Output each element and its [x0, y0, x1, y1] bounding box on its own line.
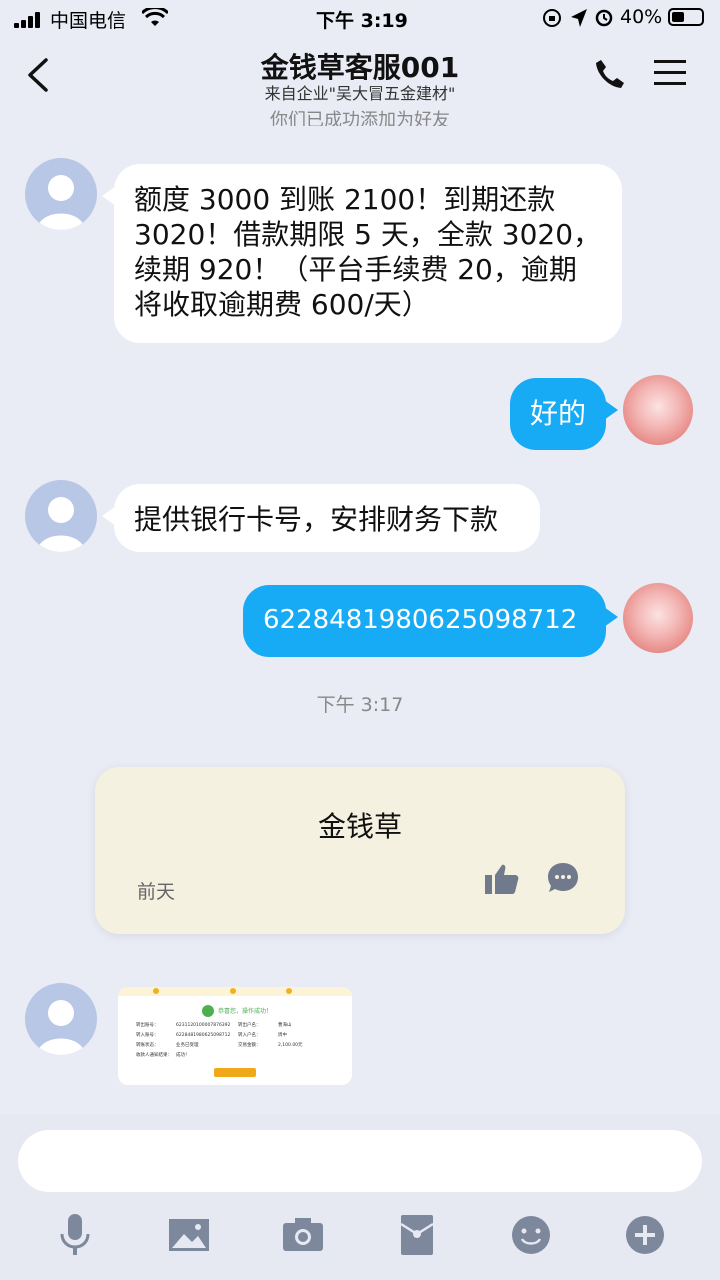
- avatar-self[interactable]: [623, 583, 693, 653]
- moment-card[interactable]: 金钱草 前天: [95, 767, 625, 934]
- carrier-label: 中国电信: [50, 10, 127, 32]
- success-check-icon: [202, 1005, 214, 1017]
- card-title: 金钱草: [317, 810, 402, 843]
- avatar-contact[interactable]: [25, 480, 97, 552]
- alarm-icon: [595, 9, 613, 27]
- like-icon[interactable]: [485, 863, 519, 895]
- message-bubble-outgoing[interactable]: 6228481980625098712: [243, 585, 618, 657]
- receipt-success-text: 恭喜您，操作成功！: [218, 1008, 273, 1015]
- card-date: 前天: [137, 881, 176, 903]
- status-time: 下午 3:19: [316, 10, 408, 32]
- avatar-contact[interactable]: [25, 983, 97, 1055]
- location-icon: [571, 9, 587, 27]
- signal-icon: [14, 12, 44, 28]
- system-message: 你们已成功添加为好友: [270, 110, 450, 126]
- plus-icon[interactable]: [620, 1210, 670, 1260]
- avatar-contact[interactable]: [25, 158, 97, 230]
- battery-percent: 40%: [620, 6, 663, 28]
- message-input[interactable]: [18, 1130, 702, 1192]
- battery-icon: [668, 8, 704, 26]
- menu-icon[interactable]: [654, 58, 686, 88]
- avatar-self[interactable]: [623, 375, 693, 445]
- message-timestamp: 下午 3:17: [316, 694, 404, 716]
- message-bubble-outgoing[interactable]: 好的: [510, 378, 618, 450]
- message-bubble-incoming[interactable]: 额度 3000 到账 2100！到期还款 3020！借款期限 5 天，全款 30…: [102, 164, 622, 343]
- image-icon[interactable]: [164, 1210, 214, 1260]
- phone-icon[interactable]: [594, 58, 626, 90]
- emoji-icon[interactable]: [506, 1210, 556, 1260]
- wifi-icon: [142, 8, 168, 26]
- image-message-receipt[interactable]: 恭喜您，操作成功！ 转出账号： 6231120100007876392 转出户名：曹…: [118, 987, 352, 1085]
- comment-icon[interactable]: [546, 861, 580, 895]
- orientation-lock-icon: [543, 9, 561, 27]
- microphone-icon[interactable]: [50, 1210, 100, 1260]
- camera-icon[interactable]: [278, 1210, 328, 1260]
- receipt-table: 转出账号： 6231120100007876392 转出户名： 曹海山 转入账号： 62…: [136, 1023, 303, 1058]
- red-packet-icon[interactable]: [392, 1210, 442, 1260]
- message-bubble-incoming[interactable]: 提供银行卡号，安排财务下款: [102, 484, 540, 552]
- status-bar: 中国电信 下午 3:19 40%: [0, 0, 720, 36]
